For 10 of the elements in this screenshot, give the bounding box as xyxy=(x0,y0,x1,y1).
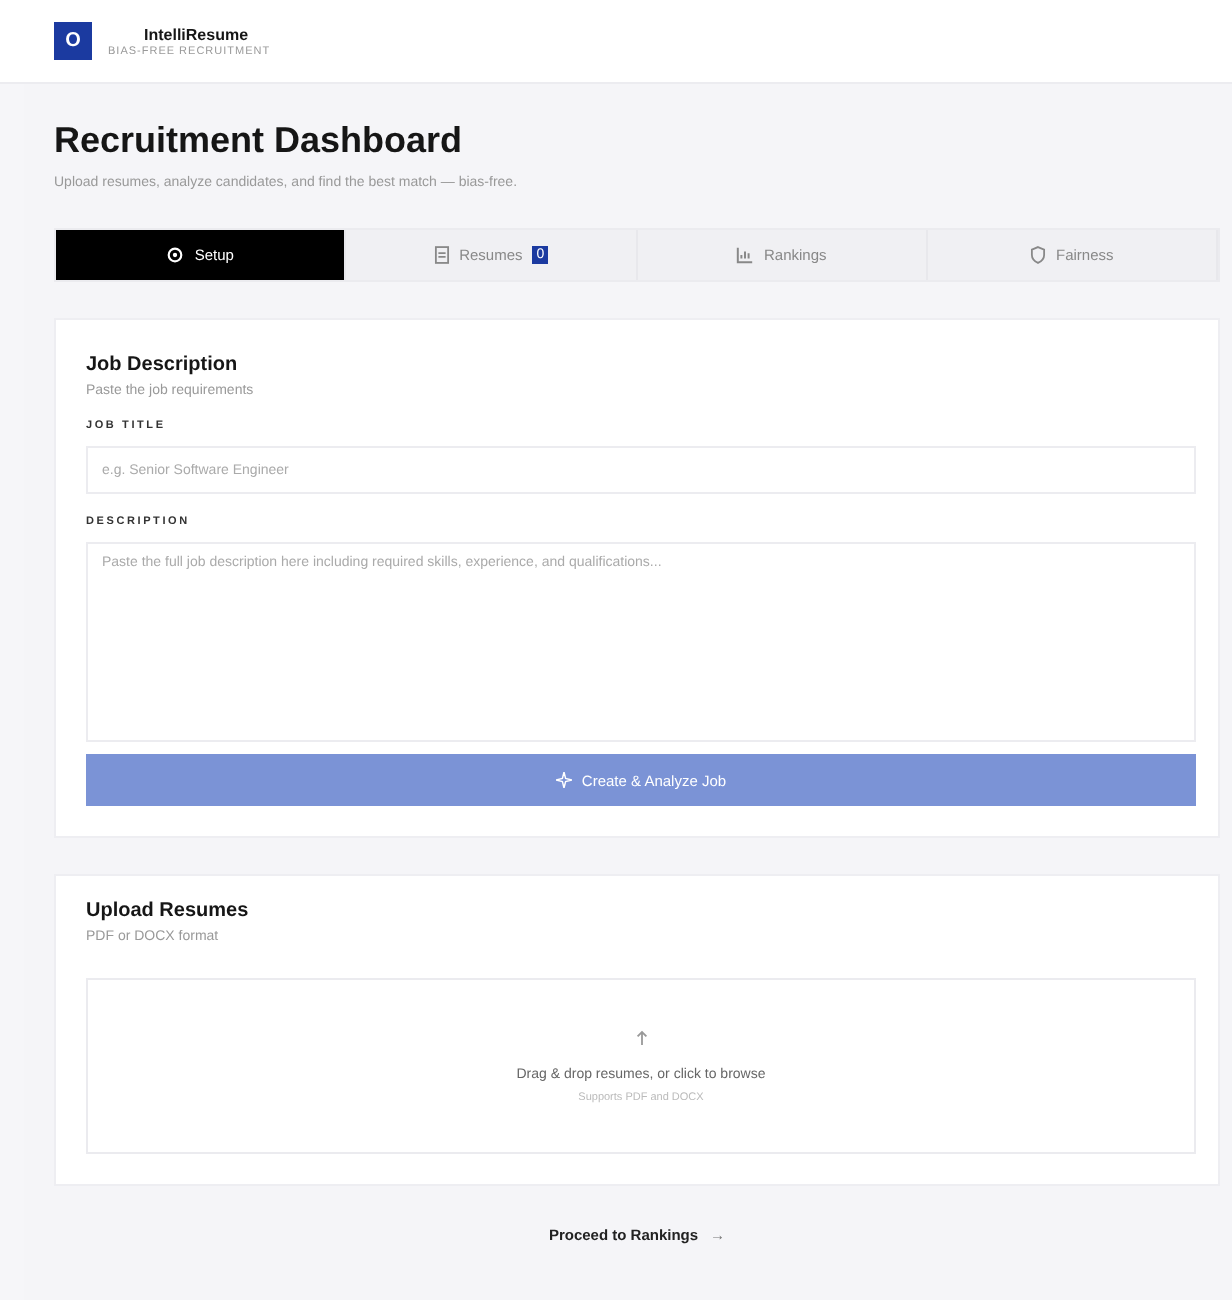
upload-icon xyxy=(635,1029,647,1045)
card-title: Job Description xyxy=(86,354,240,376)
brand-name: IntelliResume xyxy=(142,25,251,43)
logo: O xyxy=(54,22,92,60)
chart-icon xyxy=(735,246,754,264)
page-title: Recruitment Dashboard xyxy=(54,120,465,162)
sparkle-icon xyxy=(555,772,572,788)
card-title: Upload Resumes xyxy=(86,900,251,922)
shield-icon xyxy=(1029,246,1046,264)
document-icon xyxy=(433,246,450,264)
